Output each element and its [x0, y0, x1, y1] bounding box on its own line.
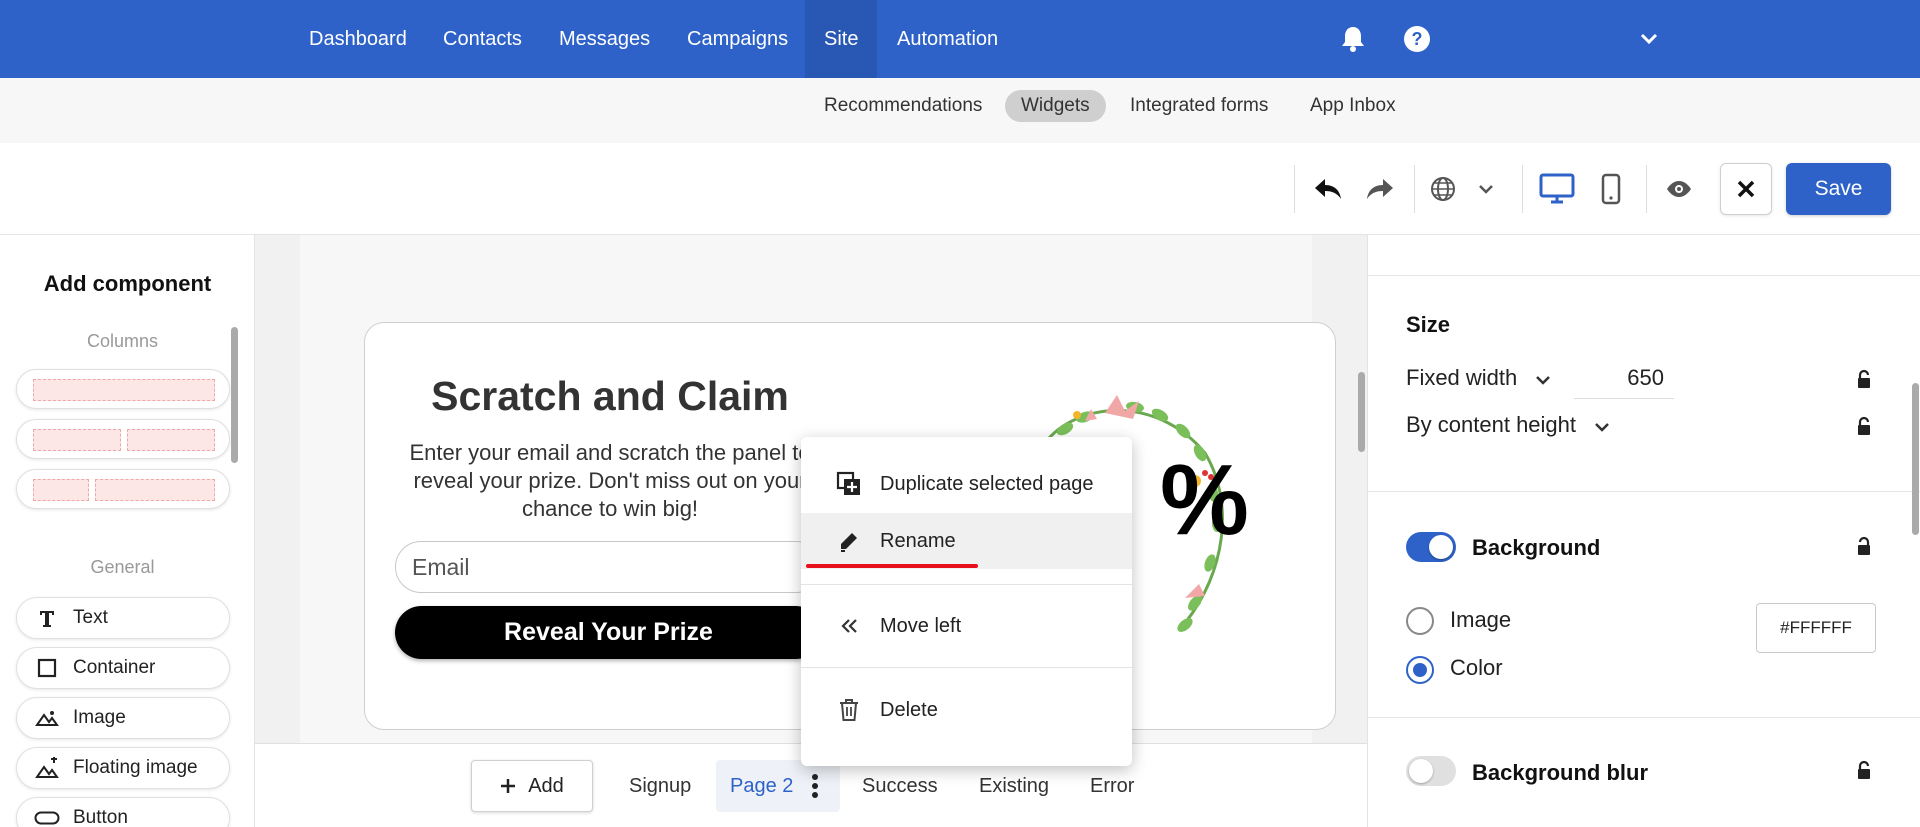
component-text[interactable]: Text	[16, 597, 230, 639]
help-icon[interactable]: ?	[1400, 22, 1434, 56]
double-chevron-left-icon	[831, 618, 867, 634]
plus-icon	[501, 779, 516, 793]
floating-image-icon	[33, 757, 61, 779]
component-image[interactable]: Image	[16, 697, 230, 739]
menu-duplicate-page[interactable]: Duplicate selected page	[801, 456, 1132, 512]
bg-image-radio[interactable]	[1406, 607, 1434, 635]
canvas-scrollbar[interactable]	[1358, 372, 1365, 452]
one-column-layout[interactable]	[16, 369, 230, 409]
image-icon	[33, 709, 61, 727]
language-chevron-down-icon[interactable]	[1464, 165, 1508, 213]
background-blur-toggle[interactable]	[1406, 756, 1456, 786]
rename-highlight-underline	[806, 564, 978, 568]
tab-success[interactable]: Success	[848, 760, 952, 812]
columns-section-label: Columns	[86, 331, 159, 351]
toolbar-divider	[1522, 165, 1523, 213]
background-heading: Background	[1472, 535, 1601, 560]
nav-campaigns[interactable]: Campaigns	[668, 0, 807, 78]
subnav-app-inbox[interactable]: App Inbox	[1294, 90, 1412, 122]
pencil-icon	[831, 530, 867, 552]
bell-icon[interactable]	[1336, 22, 1370, 56]
toolbar-divider	[1294, 165, 1295, 213]
menu-move-left[interactable]: Move left	[801, 598, 1132, 654]
nav-contacts[interactable]: Contacts	[424, 0, 541, 78]
page-context-menu: Duplicate selected page Rename Move left…	[801, 437, 1132, 766]
lock-icon[interactable]	[1853, 367, 1875, 391]
two-column-layout[interactable]	[16, 419, 230, 459]
widget-description[interactable]: Enter your email and scratch the panel t…	[395, 439, 825, 523]
bg-color-radio[interactable]	[1406, 656, 1434, 684]
editor-toolbar: Save	[0, 143, 1920, 235]
height-mode-select[interactable]: By content height	[1406, 412, 1610, 438]
lock-icon[interactable]	[1853, 758, 1875, 782]
lock-icon[interactable]	[1853, 534, 1875, 558]
chevron-down-icon	[1536, 376, 1551, 385]
add-page-button[interactable]: Add	[471, 760, 593, 812]
preview-eye-icon[interactable]	[1657, 165, 1701, 213]
email-field[interactable]: Email	[395, 541, 822, 593]
close-button[interactable]	[1720, 163, 1772, 215]
bg-color-label: Color	[1450, 655, 1503, 680]
properties-scrollbar[interactable]	[1912, 383, 1919, 535]
button-icon	[33, 811, 61, 825]
left-panel-scrollbar[interactable]	[231, 327, 238, 463]
background-blur-heading: Background blur	[1472, 760, 1649, 785]
widget-title[interactable]: Scratch and Claim	[365, 373, 855, 420]
undo-icon[interactable]	[1306, 165, 1350, 213]
text-icon	[33, 609, 61, 627]
tab-signup[interactable]: Signup	[615, 760, 705, 812]
component-container[interactable]: Container	[16, 647, 230, 689]
width-mode-select[interactable]: Fixed width	[1406, 365, 1551, 391]
toolbar-divider	[1414, 165, 1415, 213]
menu-rename[interactable]: Rename	[801, 513, 1132, 569]
tab-page-2[interactable]: Page 2	[716, 760, 840, 812]
general-section-label: General	[90, 557, 155, 577]
menu-delete[interactable]: Delete	[801, 682, 1132, 738]
sub-navigation: Recommendations Widgets Integrated forms…	[0, 78, 1920, 143]
account-chevron-down-icon[interactable]	[1632, 22, 1666, 56]
nav-automation[interactable]: Automation	[878, 0, 1017, 78]
subnav-widgets[interactable]: Widgets	[1005, 90, 1106, 122]
properties-panel: Size Fixed width 650 By content height B…	[1367, 235, 1920, 827]
globe-icon[interactable]	[1421, 165, 1465, 213]
component-button[interactable]: Button	[16, 797, 230, 827]
size-heading: Size	[1406, 312, 1451, 337]
background-toggle[interactable]	[1406, 532, 1456, 562]
nav-messages[interactable]: Messages	[540, 0, 669, 78]
subnav-recommendations[interactable]: Recommendations	[808, 90, 998, 122]
bg-image-label: Image	[1450, 607, 1512, 632]
nav-site[interactable]: Site	[805, 0, 878, 78]
save-button[interactable]: Save	[1786, 163, 1891, 215]
width-value-input[interactable]: 650	[1574, 357, 1674, 399]
duplicate-icon	[831, 471, 867, 497]
mobile-view-icon[interactable]	[1589, 165, 1633, 213]
lock-icon[interactable]	[1853, 414, 1875, 438]
chevron-down-icon	[1595, 423, 1610, 432]
two-column-uneven-layout[interactable]	[16, 469, 230, 509]
close-icon	[1737, 180, 1755, 198]
bg-color-hex-input[interactable]: #FFFFFF	[1756, 603, 1876, 653]
svg-text:?: ?	[1412, 29, 1423, 49]
redo-icon[interactable]	[1358, 165, 1402, 213]
container-icon	[33, 658, 61, 678]
trash-icon	[831, 698, 867, 722]
prize-percent-text[interactable]: %	[1160, 443, 1249, 558]
desktop-view-icon[interactable]	[1535, 165, 1579, 213]
more-vertical-icon[interactable]	[811, 773, 819, 799]
tab-error[interactable]: Error	[1076, 760, 1148, 812]
component-floating-image[interactable]: Floating image	[16, 747, 230, 789]
reveal-prize-button[interactable]: Reveal Your Prize	[395, 606, 822, 659]
nav-dashboard[interactable]: Dashboard	[290, 0, 426, 78]
subnav-integrated-forms[interactable]: Integrated forms	[1114, 90, 1284, 122]
tab-existing[interactable]: Existing	[965, 760, 1063, 812]
panel-title: Add component	[43, 271, 212, 296]
toolbar-divider	[1646, 165, 1647, 213]
top-navigation: Dashboard Contacts Messages Campaigns Si…	[0, 0, 1920, 78]
add-component-panel: Add component Columns General Text Conta…	[0, 235, 255, 827]
